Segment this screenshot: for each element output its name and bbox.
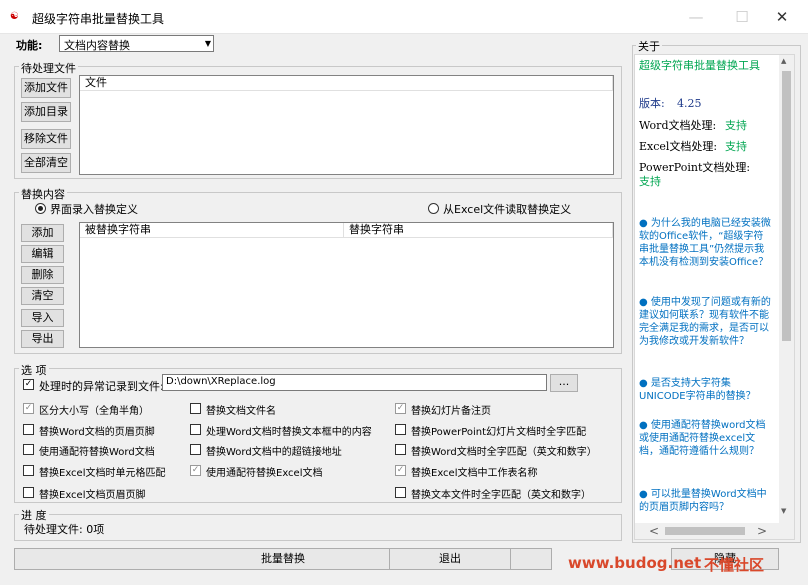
option-label[interactable]: 替换Word文档时全字匹配（英文和数字） bbox=[411, 443, 597, 458]
about-vertical-scroll-thumb[interactable] bbox=[782, 71, 791, 341]
about-word-status: 支持 bbox=[725, 119, 747, 132]
watermark-site: 不懂社区 bbox=[704, 556, 765, 574]
option-checkbox[interactable]: ✓ bbox=[395, 403, 406, 414]
about-legend: 关于 bbox=[636, 38, 662, 54]
log-label: 处理时的异常记录到文件: bbox=[39, 380, 164, 393]
option-checkbox[interactable] bbox=[395, 487, 406, 498]
scroll-right-icon[interactable]: > bbox=[757, 524, 767, 538]
option-label[interactable]: 替换Excel文档中工作表名称 bbox=[411, 464, 538, 479]
option-label[interactable]: 使用通配符替换Excel文档 bbox=[206, 464, 323, 479]
scroll-up-icon[interactable]: ▲ bbox=[781, 57, 786, 65]
add-file-button[interactable]: 添加文件 bbox=[21, 78, 71, 98]
option-checkbox[interactable] bbox=[190, 403, 201, 414]
faq-link[interactable]: ● 为什么我的电脑已经安装微软的Office软件，“超级字符串批量替换工具”仍然… bbox=[639, 217, 773, 269]
log-path-value: D:\down\XReplace.log bbox=[166, 376, 276, 387]
app-icon: ☯ bbox=[10, 11, 19, 22]
option-label[interactable]: 替换幻灯片备注页 bbox=[411, 402, 491, 417]
add-directory-button[interactable]: 添加目录 bbox=[21, 102, 71, 122]
edit-button[interactable]: 编辑 bbox=[21, 245, 64, 263]
window-title: 超级字符串批量替换工具 bbox=[32, 12, 165, 26]
file-column-header[interactable]: 文件 bbox=[80, 76, 613, 91]
options-legend: 选 项 bbox=[19, 362, 49, 378]
option-checkbox[interactable] bbox=[23, 465, 34, 476]
about-version-label: 版本: bbox=[639, 97, 665, 110]
minimize-icon[interactable]: — bbox=[676, 4, 716, 30]
mode-excel-radio[interactable] bbox=[428, 203, 439, 214]
option-label[interactable]: 替换Word文档中的超链接地址 bbox=[206, 443, 342, 458]
about-ppt-label: PowerPoint文档处理: bbox=[639, 161, 751, 174]
import-button[interactable]: 导入 bbox=[21, 309, 64, 327]
option-checkbox[interactable] bbox=[190, 424, 201, 435]
about-excel-status: 支持 bbox=[725, 140, 747, 153]
function-label: 功能: bbox=[16, 39, 43, 52]
about-ppt-status: 支持 bbox=[639, 175, 661, 188]
option-label[interactable]: 替换Excel文档时单元格匹配 bbox=[39, 464, 166, 479]
about-vertical-scrollbar[interactable]: ▲ ▼ bbox=[779, 55, 794, 539]
source-string-column-header[interactable]: 被替换字符串 bbox=[80, 223, 344, 238]
option-checkbox[interactable] bbox=[23, 487, 34, 498]
option-label[interactable]: 区分大小写（全角半角） bbox=[39, 402, 149, 417]
option-label[interactable]: 替换文本文件时全字匹配（英文和数字） bbox=[411, 486, 591, 501]
file-list[interactable]: 文件 bbox=[79, 75, 614, 175]
option-checkbox[interactable]: ✓ bbox=[23, 403, 34, 414]
exit-button[interactable]: 退出 bbox=[389, 548, 511, 570]
log-path-input[interactable]: D:\down\XReplace.log bbox=[162, 374, 547, 391]
chevron-down-icon: ▼ bbox=[204, 39, 211, 48]
faq-link[interactable]: ● 使用中发现了问题或有新的建议如何联系？现有软件不能完全满足我的需求，是否可以… bbox=[639, 296, 773, 348]
pending-files-legend: 待处理文件 bbox=[19, 60, 78, 76]
option-label[interactable]: 替换PowerPoint幻灯片文档时全字匹配 bbox=[411, 423, 586, 438]
mode-ui-radio[interactable] bbox=[35, 203, 46, 214]
add-button[interactable]: 添加 bbox=[21, 224, 64, 242]
function-select-value: 文档内容替换 bbox=[64, 39, 130, 52]
replace-rule-list[interactable]: 被替换字符串 替换字符串 bbox=[79, 222, 614, 348]
export-button[interactable]: 导出 bbox=[21, 330, 64, 348]
scroll-left-icon[interactable]: < bbox=[649, 524, 659, 538]
option-label[interactable]: 替换Word文档的页眉页脚 bbox=[39, 423, 155, 438]
about-content[interactable]: 超级字符串批量替换工具 版本: 4.25 Word文档处理: 支持 Excel文… bbox=[634, 54, 795, 540]
option-label[interactable]: 处理Word文档时替换文本框中的内容 bbox=[206, 423, 372, 438]
mode-ui-label[interactable]: 界面录入替换定义 bbox=[50, 201, 138, 217]
option-checkbox[interactable] bbox=[190, 444, 201, 455]
close-icon[interactable]: ✕ bbox=[762, 4, 802, 30]
about-horizontal-scroll-thumb[interactable] bbox=[665, 527, 745, 535]
target-string-column-header[interactable]: 替换字符串 bbox=[344, 223, 613, 238]
watermark-url: www.budog.net bbox=[568, 554, 702, 572]
option-checkbox[interactable] bbox=[23, 424, 34, 435]
log-checkbox[interactable]: ✓ bbox=[23, 379, 34, 390]
option-label[interactable]: 替换Excel文档页眉页脚 bbox=[39, 486, 146, 501]
option-checkbox[interactable] bbox=[395, 444, 406, 455]
clear-all-button[interactable]: 全部清空 bbox=[21, 153, 71, 173]
browse-button[interactable]: ... bbox=[550, 374, 578, 392]
option-checkbox[interactable] bbox=[395, 424, 406, 435]
progress-group bbox=[14, 514, 622, 541]
remove-file-button[interactable]: 移除文件 bbox=[21, 129, 71, 149]
scroll-down-icon[interactable]: ▼ bbox=[781, 507, 786, 515]
function-select[interactable]: 文档内容替换 ▼ bbox=[59, 35, 214, 52]
option-checkbox[interactable]: ✓ bbox=[395, 465, 406, 476]
delete-button[interactable]: 删除 bbox=[21, 266, 64, 284]
progress-status: 待处理文件: 0项 bbox=[24, 523, 105, 536]
about-excel-label: Excel文档处理: bbox=[639, 140, 718, 153]
option-checkbox[interactable]: ✓ bbox=[190, 465, 201, 476]
faq-link[interactable]: ● 使用通配符替换word文档或使用通配符替换excel文档，通配符遵循什么规则… bbox=[639, 419, 773, 458]
clear-button[interactable]: 清空 bbox=[21, 287, 64, 305]
about-horizontal-scrollbar[interactable]: < > bbox=[635, 523, 794, 539]
option-label[interactable]: 替换文档文件名 bbox=[206, 402, 276, 417]
mode-excel-label[interactable]: 从Excel文件读取替换定义 bbox=[443, 201, 571, 217]
maximize-icon[interactable]: ☐ bbox=[722, 4, 762, 30]
faq-link[interactable]: ● 可以批量替换Word文档中的页眉页脚内容吗？ bbox=[639, 488, 773, 514]
option-checkbox[interactable] bbox=[23, 444, 34, 455]
about-product-name: 超级字符串批量替换工具 bbox=[639, 59, 760, 72]
faq-link[interactable]: ● 是否支持大字符集UNICODE字符串的替换？ bbox=[639, 377, 773, 403]
option-label[interactable]: 使用通配符替换Word文档 bbox=[39, 443, 155, 458]
replace-content-legend: 替换内容 bbox=[19, 186, 67, 202]
about-word-label: Word文档处理: bbox=[639, 119, 717, 132]
about-version: 4.25 bbox=[677, 97, 702, 110]
